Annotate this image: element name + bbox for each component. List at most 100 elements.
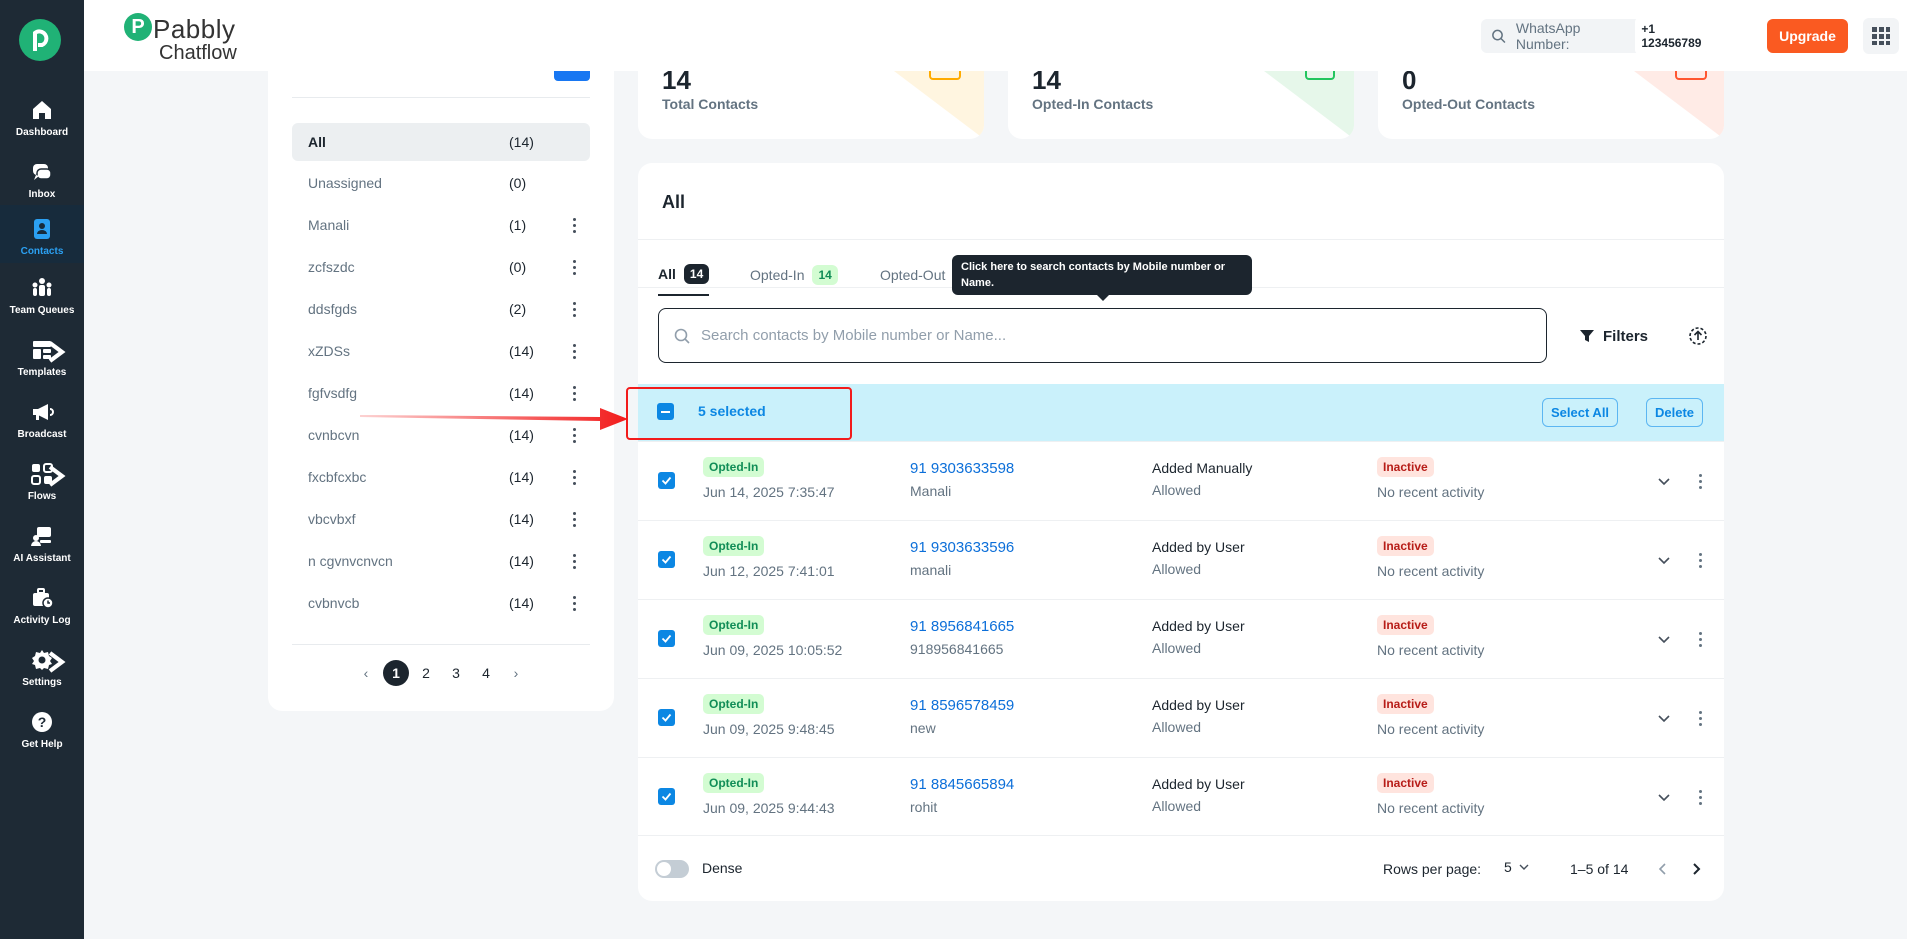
check-icon — [661, 555, 672, 564]
filters-button[interactable]: Filters — [1579, 324, 1648, 348]
check-icon — [661, 634, 672, 643]
chevron-down-icon[interactable] — [1656, 710, 1672, 726]
tab-opted-out[interactable]: Opted-Out — [880, 254, 945, 296]
select-all-button[interactable]: Select All — [1542, 398, 1619, 427]
check-icon — [661, 792, 672, 801]
more-vertical-icon[interactable] — [564, 215, 584, 235]
contact-permission: Allowed — [1152, 482, 1202, 498]
contact-phone-link[interactable]: 91 9303633596 — [910, 539, 1014, 556]
chevron-down-icon[interactable] — [1656, 789, 1672, 805]
nav-item-dashboard[interactable]: Dashboard — [0, 86, 84, 144]
tooltip-arrow — [1096, 294, 1110, 301]
nav-item-activity-log[interactable]: Activity Log — [0, 574, 84, 632]
delete-button[interactable]: Delete — [1646, 398, 1704, 427]
tab-all[interactable]: All 14 — [658, 254, 710, 296]
status-badge: Opted-In — [703, 457, 765, 477]
row-checkbox[interactable] — [658, 472, 675, 489]
search-icon — [674, 328, 690, 344]
list-item[interactable]: fxcbfcxbc (14) — [292, 458, 590, 496]
table-row[interactable]: Opted-In Jun 09, 2025 9:44:43 91 8845665… — [638, 757, 1724, 836]
nav-item-broadcast[interactable]: Broadcast — [0, 388, 84, 446]
contact-source: Added by User — [1152, 539, 1245, 555]
table-row[interactable]: Opted-In Jun 12, 2025 7:41:01 91 9303633… — [638, 520, 1724, 599]
contact-phone-link[interactable]: 91 8596578459 — [910, 697, 1014, 714]
divider — [292, 644, 590, 645]
whatsapp-number-selector[interactable]: WhatsApp Number: +1 123456789 — [1481, 18, 1719, 54]
nav-item-templates[interactable]: Templates — [0, 326, 84, 384]
upgrade-button[interactable]: Upgrade — [1767, 19, 1848, 53]
page-button[interactable]: 3 — [443, 660, 469, 686]
table-row[interactable]: Opted-In Jun 09, 2025 10:05:52 91 895684… — [638, 599, 1724, 678]
more-vertical-icon[interactable] — [564, 341, 584, 361]
tab-opted-in[interactable]: Opted-In 14 — [750, 254, 838, 296]
contact-phone-link[interactable]: 91 9303633598 — [910, 460, 1014, 477]
last-activity: No recent activity — [1377, 800, 1485, 816]
list-item[interactable]: ddsfgds (2) — [292, 290, 590, 328]
nav-item-ai-assistant[interactable]: AI Assistant — [0, 512, 84, 570]
contact-name: manali — [910, 562, 952, 578]
pabbly-chatflow-logo[interactable]: P Pabbly Chatflow — [124, 10, 254, 64]
page-button[interactable]: 1 — [383, 660, 409, 686]
page-button[interactable]: 2 — [413, 660, 439, 686]
export-icon[interactable] — [1687, 325, 1709, 347]
table-row[interactable]: Opted-In Jun 09, 2025 9:48:45 91 8596578… — [638, 678, 1724, 757]
row-checkbox[interactable] — [658, 551, 675, 568]
nav-label: Inbox — [28, 189, 56, 200]
chevron-down-icon[interactable] — [1656, 552, 1672, 568]
more-vertical-icon[interactable] — [564, 593, 584, 613]
nav-item-flows[interactable]: Flows — [0, 450, 84, 508]
list-item[interactable]: xZDSs (14) — [292, 332, 590, 370]
more-vertical-icon[interactable] — [1690, 786, 1710, 808]
chevron-right-icon[interactable] — [1688, 861, 1704, 877]
dense-toggle[interactable] — [655, 860, 689, 878]
list-item[interactable]: zcfszdc (0) — [292, 248, 590, 286]
row-checkbox[interactable] — [658, 709, 675, 726]
nav-label: Contacts — [20, 246, 64, 257]
chevron-left-icon[interactable] — [1655, 861, 1671, 877]
last-activity: No recent activity — [1377, 484, 1485, 500]
contact-permission: Allowed — [1152, 561, 1202, 577]
more-vertical-icon[interactable] — [1690, 707, 1710, 729]
nav-item-settings[interactable]: Settings — [0, 636, 84, 694]
nav-item-get-help[interactable]: ? Get Help — [0, 698, 84, 756]
apps-grid-button[interactable] — [1863, 18, 1899, 54]
brand-sub: Chatflow — [159, 42, 237, 64]
contact-phone-link[interactable]: 91 8956841665 — [910, 618, 1014, 635]
list-item[interactable]: n cgvnvcnvcn (14) — [292, 542, 590, 580]
more-vertical-icon[interactable] — [564, 257, 584, 277]
list-item[interactable]: vbcvbxf (14) — [292, 500, 590, 538]
nav-item-contacts[interactable]: Contacts — [0, 205, 84, 263]
chevron-down-icon[interactable] — [1656, 473, 1672, 489]
more-vertical-icon[interactable] — [1690, 470, 1710, 492]
last-activity: No recent activity — [1377, 721, 1485, 737]
more-vertical-icon[interactable] — [564, 299, 584, 319]
add-list-button[interactable] — [554, 71, 590, 81]
chevron-left-icon[interactable]: ‹ — [353, 660, 379, 686]
chevron-down-icon[interactable] — [1656, 631, 1672, 647]
search-input[interactable] — [701, 327, 1521, 344]
more-vertical-icon[interactable] — [564, 467, 584, 487]
more-vertical-icon[interactable] — [564, 551, 584, 571]
chevron-right-icon[interactable]: › — [503, 660, 529, 686]
help-icon: ? — [32, 712, 52, 732]
row-checkbox[interactable] — [658, 788, 675, 805]
list-item-all[interactable]: All (14) — [292, 123, 590, 161]
list-item[interactable]: Manali (1) — [292, 206, 590, 244]
row-checkbox[interactable] — [658, 630, 675, 647]
nav-item-inbox[interactable]: Inbox — [0, 148, 84, 206]
list-item-unassigned[interactable]: Unassigned (0) — [292, 164, 590, 202]
page-button[interactable]: 4 — [473, 660, 499, 686]
activity-status-badge: Inactive — [1377, 694, 1434, 714]
check-icon — [661, 713, 672, 722]
left-navigation: Dashboard Inbox Contacts Team Queues Tem… — [0, 0, 84, 939]
search-field[interactable] — [658, 308, 1547, 363]
more-vertical-icon[interactable] — [1690, 549, 1710, 571]
more-vertical-icon[interactable] — [1690, 628, 1710, 650]
contact-phone-link[interactable]: 91 8845665894 — [910, 776, 1014, 793]
nav-item-team-queues[interactable]: Team Queues — [0, 264, 84, 322]
list-item[interactable]: cvbnvcb (14) — [292, 584, 590, 622]
more-vertical-icon[interactable] — [564, 509, 584, 529]
rows-per-page-select[interactable]: 5 — [1504, 859, 1530, 875]
pabbly-logo-icon[interactable] — [19, 19, 61, 61]
table-row[interactable]: Opted-In Jun 14, 2025 7:35:47 91 9303633… — [638, 441, 1724, 520]
